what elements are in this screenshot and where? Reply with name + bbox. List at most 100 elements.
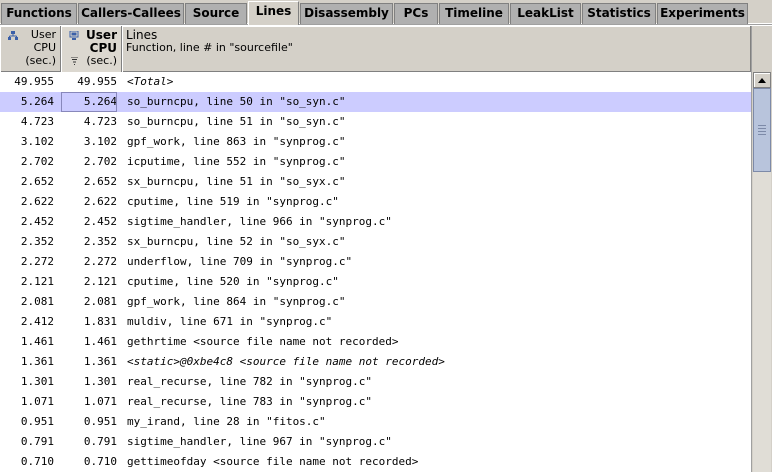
inclusive-user-cpu-value: 2.272 [83,255,117,268]
line-name: muldiv, line 671 in "synprog.c" [127,315,333,328]
table-row[interactable]: 1.361 1.361 <static>@0xbe4c8 <source file … [0,352,751,372]
table-row[interactable]: 2.081 2.081 gpf_work, line 864 in "synprog… [0,292,751,312]
line-name: real_recurse, line 782 in "synprog.c" [127,375,373,388]
exclusive-user-cpu-value: 2.452 [20,215,54,228]
column-header-line2: CPU [89,41,117,55]
tab-experiments[interactable]: Experiments [657,3,748,24]
exclusive-user-cpu-value: 2.121 [20,275,54,288]
inclusive-user-cpu-value: 1.361 [83,355,117,368]
inclusive-user-cpu-value: 1.301 [83,375,117,388]
line-name: underflow, line 709 in "synprog.c" [127,255,353,268]
tab-pcs[interactable]: PCs [394,3,438,24]
table-row[interactable]: 0.791 0.791 sigtime_handler, line 967 in "… [0,432,751,452]
tab-statistics[interactable]: Statistics [582,3,656,24]
exclusive-user-cpu-value: 3.102 [20,135,54,148]
exclusive-user-cpu-value: 5.264 [20,95,54,108]
table-header: User CPU (sec.) User CPU (sec.) Lines Fu… [0,26,751,72]
table-row[interactable]: 2.272 2.272 underflow, line 709 in "synpro… [0,252,751,272]
hierarchy-icon [8,31,18,40]
table-row[interactable]: 1.301 1.301 real_recurse, line 782 in "syn… [0,372,751,392]
inclusive-user-cpu-value: 4.723 [83,115,117,128]
tab-leaklist[interactable]: LeakList [510,3,581,24]
table-row[interactable]: 2.652 2.652 sx_burncpu, line 51 in "so_syx… [0,172,751,192]
column-header-line1: User [30,28,56,41]
tab-timeline[interactable]: Timeline [439,3,509,24]
table-row[interactable]: 2.352 2.352 sx_burncpu, line 52 in "so_syx… [0,232,751,252]
exclusive-user-cpu-value: 2.272 [20,255,54,268]
exclusive-user-cpu-value: 4.723 [20,115,54,128]
exclusive-user-cpu-value: 2.081 [20,295,54,308]
line-name: <static>@0xbe4c8 <source file name not r… [127,355,445,368]
computer-icon [69,31,79,40]
line-name: gpf_work, line 863 in "synprog.c" [127,135,346,148]
exclusive-user-cpu-value: 2.622 [20,195,54,208]
line-name: cputime, line 520 in "synprog.c" [127,275,339,288]
inclusive-user-cpu-value: 1.461 [83,335,117,348]
table-row[interactable]: 49.955 49.955 <Total> [0,72,751,92]
inclusive-user-cpu-value: 2.352 [83,235,117,248]
table-row[interactable]: 2.121 2.121 cputime, line 520 in "synprog.… [0,272,751,292]
inclusive-user-cpu-value: 0.951 [83,415,117,428]
table-row[interactable]: 1.461 1.461 gethrtime <source file name no… [0,332,751,352]
inclusive-user-cpu-value: 3.102 [83,135,117,148]
tab-disassembly[interactable]: Disassembly [300,3,393,24]
inclusive-user-cpu-value: 1.831 [83,315,117,328]
exclusive-user-cpu-value: 2.412 [20,315,54,328]
column-header-subtitle: Function, line # in "sourcefile" [126,41,293,54]
exclusive-user-cpu-value: 1.301 [20,375,54,388]
column-header-line1: User [86,28,117,42]
vertical-scrollbar[interactable] [751,26,772,472]
inclusive-user-cpu-value: 2.081 [83,295,117,308]
column-header-line2: CPU [33,41,56,54]
exclusive-user-cpu-value: 2.352 [20,235,54,248]
sort-descending-icon [71,57,78,65]
line-name: my_irand, line 28 in "fitos.c" [127,415,326,428]
line-name: <Total> [127,75,174,88]
tab-lines[interactable]: Lines [248,1,299,25]
column-header-lines[interactable]: Lines Function, line # in "sourcefile" [122,26,751,72]
table-row[interactable]: 2.452 2.452 sigtime_handler, line 966 in "… [0,212,751,232]
table-row[interactable]: 2.622 2.622 cputime, line 519 in "synprog.… [0,192,751,212]
table-row[interactable]: 0.710 0.710 gettimeofday <source file name… [0,452,751,472]
line-name: icputime, line 552 in "synprog.c" [127,155,346,168]
table-row[interactable]: 1.071 1.071 real_recurse, line 783 in "syn… [0,392,751,412]
line-name: gettimeofday <source file name not recor… [127,455,419,468]
tab-source[interactable]: Source [185,3,247,24]
table-body: 49.955 49.955 <Total> 5.264 5.264 so_burncpu,… [0,72,751,472]
line-name: sigtime_handler, line 967 in "synprog.c" [127,435,392,448]
tab-bar: Functions Callers-Callees Source Lines D… [0,0,772,25]
inclusive-user-cpu-value: 5.264 [61,92,117,112]
exclusive-user-cpu-value: 2.652 [20,175,54,188]
inclusive-user-cpu-value: 1.071 [83,395,117,408]
table-row[interactable]: 2.412 1.831 muldiv, line 671 in "synprog.c… [0,312,751,332]
inclusive-user-cpu-value: 0.710 [83,455,117,468]
line-name: sigtime_handler, line 966 in "synprog.c" [127,215,392,228]
table-row[interactable]: 4.723 4.723 so_burncpu, line 51 in "so_syn… [0,112,751,132]
line-name: real_recurse, line 783 in "synprog.c" [127,395,373,408]
table-row[interactable]: 2.702 2.702 icputime, line 552 in "synprog… [0,152,751,172]
table-row[interactable]: 3.102 3.102 gpf_work, line 863 in "synprog… [0,132,751,152]
inclusive-user-cpu-value: 2.121 [83,275,117,288]
exclusive-user-cpu-value: 49.955 [14,75,54,88]
line-name: gethrtime <source file name not recorded… [127,335,399,348]
column-header-exclusive-user-cpu[interactable]: User CPU (sec.) [0,26,61,72]
table-row-selected[interactable]: 5.264 5.264 so_burncpu, line 50 in "so_syn… [0,92,751,112]
inclusive-user-cpu-value: 2.702 [83,155,117,168]
column-header-line3: (sec.) [25,54,56,67]
line-name: so_burncpu, line 50 in "so_syn.c" [127,95,346,108]
column-header-inclusive-user-cpu[interactable]: User CPU (sec.) [61,26,122,72]
line-name: cputime, line 519 in "synprog.c" [127,195,339,208]
inclusive-user-cpu-value: 2.452 [83,215,117,228]
exclusive-user-cpu-value: 1.071 [20,395,54,408]
exclusive-user-cpu-value: 1.361 [20,355,54,368]
exclusive-user-cpu-value: 0.791 [20,435,54,448]
scrollbar-thumb[interactable] [753,88,771,172]
scroll-up-arrow-icon[interactable] [753,72,771,88]
tab-callers-callees[interactable]: Callers-Callees [78,3,184,24]
table-row[interactable]: 0.951 0.951 my_irand, line 28 in "fitos.c" [0,412,751,432]
inclusive-user-cpu-value: 49.955 [77,75,117,88]
tab-functions[interactable]: Functions [1,3,77,24]
inclusive-user-cpu-value: 0.791 [83,435,117,448]
inclusive-user-cpu-value: 2.622 [83,195,117,208]
exclusive-user-cpu-value: 1.461 [20,335,54,348]
